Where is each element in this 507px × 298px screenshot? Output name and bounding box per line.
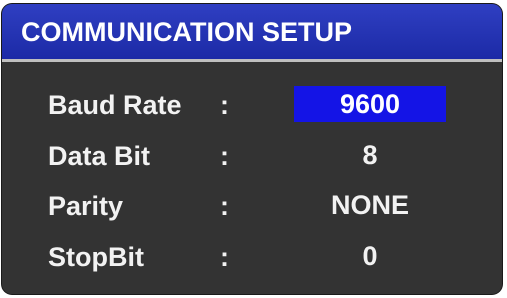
data-bit-separator: : <box>220 141 229 171</box>
parity-label: Parity <box>48 191 124 221</box>
data-bit-label: Data Bit <box>48 141 151 171</box>
setting-row-baud-rate[interactable]: Baud Rate : 9600 <box>2 86 502 126</box>
data-bit-value[interactable]: 8 <box>294 137 446 173</box>
setting-row-stop-bit[interactable]: StopBit : 0 <box>2 238 502 278</box>
parity-separator: : <box>220 191 229 221</box>
dialog-title-bar: COMMUNICATION SETUP <box>2 4 502 62</box>
communication-setup-dialog: COMMUNICATION SETUP Baud Rate : 9600 Dat… <box>2 4 502 294</box>
baud-rate-value[interactable]: 9600 <box>294 86 446 122</box>
baud-rate-separator: : <box>220 90 229 120</box>
parity-value[interactable]: NONE <box>294 187 446 223</box>
setting-row-data-bit[interactable]: Data Bit : 8 <box>2 137 502 177</box>
stop-bit-label: StopBit <box>48 242 144 272</box>
dialog-title: COMMUNICATION SETUP <box>21 17 352 47</box>
stop-bit-separator: : <box>220 242 229 272</box>
baud-rate-label: Baud Rate <box>48 90 182 120</box>
stop-bit-value[interactable]: 0 <box>294 238 446 274</box>
setting-row-parity[interactable]: Parity : NONE <box>2 187 502 227</box>
